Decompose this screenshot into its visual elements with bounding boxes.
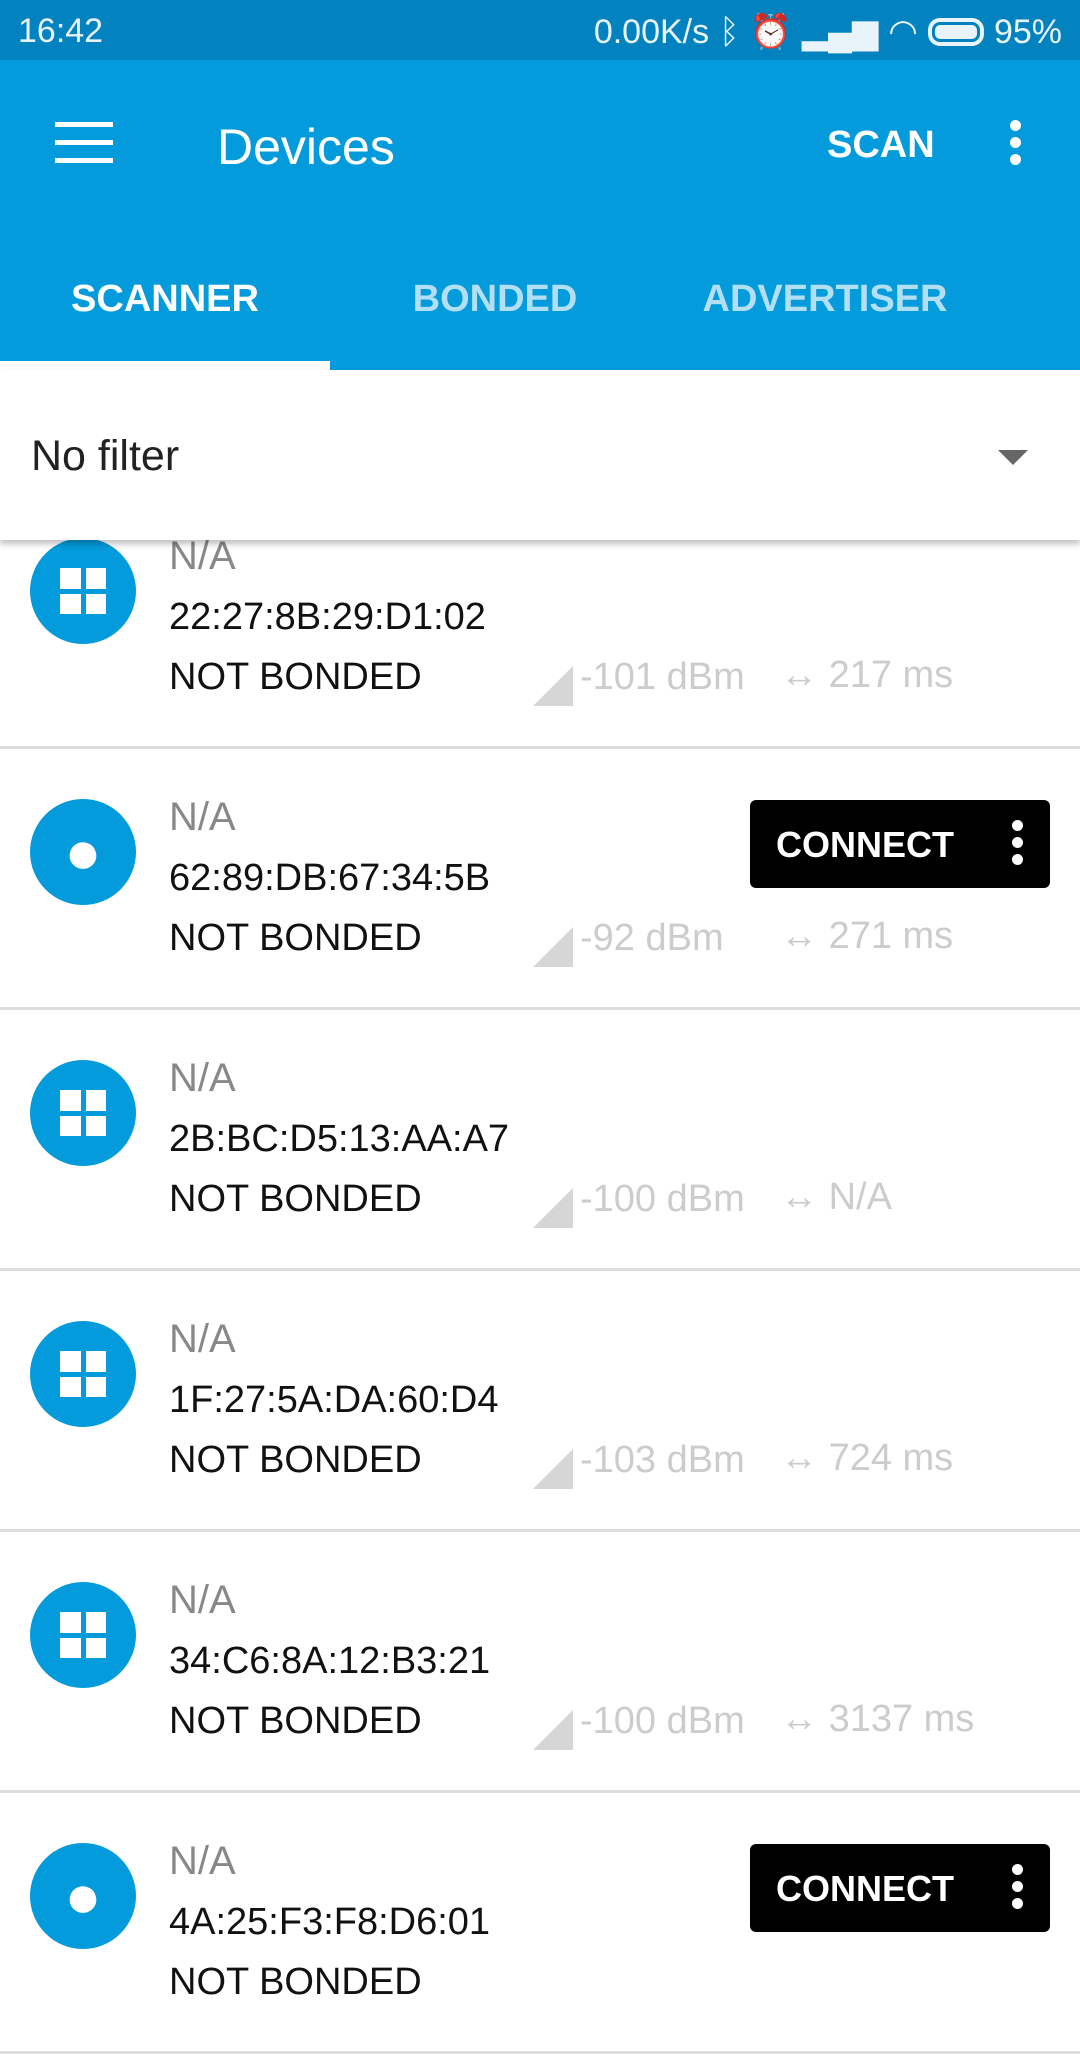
rssi-value: -103 dBm — [580, 1439, 745, 1481]
device-avatar — [30, 538, 136, 644]
interval-arrows-icon: ↔ — [780, 1437, 818, 1479]
windows-icon — [60, 1090, 106, 1136]
device-name: N/A — [169, 1056, 236, 1100]
wifi-icon: ◠ — [888, 13, 918, 51]
bluetooth-icon: ᛒ — [719, 12, 740, 51]
interval-text: 724 ms — [828, 1437, 954, 1479]
tab-bonded[interactable]: BONDED — [330, 278, 660, 321]
connect-label: CONNECT — [776, 824, 954, 865]
windows-icon — [60, 1612, 106, 1658]
device-avatar: ● — [30, 799, 136, 905]
apple-icon: ● — [64, 1862, 102, 1931]
bond-state: NOT BONDED — [169, 1439, 422, 1481]
device-more-icon[interactable] — [1010, 1864, 1024, 1915]
interval-arrows-icon: ↔ — [780, 1176, 818, 1218]
signal-strength-icon — [533, 1449, 573, 1489]
interval-text: 3137 ms — [828, 1698, 975, 1740]
interval-arrows-icon: ↔ — [780, 1698, 818, 1740]
interval-arrows-icon: ↔ — [780, 654, 818, 696]
page-title: Devices — [217, 119, 395, 175]
connect-button[interactable]: CONNECT — [750, 800, 1050, 888]
menu-icon[interactable] — [55, 122, 113, 163]
device-avatar — [30, 1582, 136, 1688]
device-list-item[interactable]: ● N/A 4A:25:F3:F8:D6:01 NOT BONDED CONNEC… — [0, 1793, 1080, 2054]
rssi-value: -92 dBm — [580, 917, 724, 959]
device-mac: 1F:27:5A:DA:60:D4 — [169, 1379, 499, 1421]
interval-value: ↔ 724 ms — [780, 1437, 953, 1480]
rssi-value: -100 dBm — [580, 1178, 745, 1220]
filter-dropdown[interactable]: No filter — [0, 370, 1080, 540]
device-avatar: ● — [30, 1843, 136, 1949]
rssi-value: -101 dBm — [580, 656, 745, 698]
device-name: N/A — [169, 534, 236, 578]
net-speed: 0.00K/s — [593, 12, 710, 51]
rssi-value: -100 dBm — [580, 1700, 745, 1742]
interval-value: ↔ 217 ms — [780, 654, 953, 697]
battery-level: 95% — [993, 12, 1062, 51]
status-bar: 16:42 0.00K/s ᛒ ⏰ ▂▄▆ ◠ 95% — [0, 0, 1080, 60]
bond-state: NOT BONDED — [169, 656, 422, 698]
more-options-icon[interactable] — [1000, 120, 1030, 170]
alarm-icon: ⏰ — [749, 13, 792, 51]
clock: 16:42 — [18, 12, 104, 50]
connect-button[interactable]: CONNECT — [750, 1844, 1050, 1932]
device-mac: 34:C6:8A:12:B3:21 — [169, 1640, 491, 1682]
device-more-icon[interactable] — [1010, 820, 1024, 871]
tab-advertiser[interactable]: ADVERTISER — [660, 278, 990, 321]
device-list-item[interactable]: ● N/A 62:89:DB:67:34:5B NOT BONDED -92 d… — [0, 749, 1080, 1010]
device-list-item[interactable]: N/A 34:C6:8A:12:B3:21 NOT BONDED -100 dB… — [0, 1532, 1080, 1793]
tab-scanner[interactable]: SCANNER — [0, 278, 330, 321]
filter-value: No filter — [31, 432, 180, 480]
device-list-item[interactable]: N/A 1F:27:5A:DA:60:D4 NOT BONDED -103 dB… — [0, 1271, 1080, 1532]
apple-icon: ● — [64, 818, 102, 887]
device-name: N/A — [169, 1578, 236, 1622]
device-name: N/A — [169, 1317, 236, 1361]
battery-icon — [927, 18, 984, 46]
device-avatar — [30, 1321, 136, 1427]
bond-state: NOT BONDED — [169, 1178, 422, 1220]
device-name: N/A — [169, 795, 236, 839]
device-mac: 4A:25:F3:F8:D6:01 — [169, 1901, 491, 1943]
interval-value: ↔ N/A — [780, 1176, 892, 1219]
device-mac: 2B:BC:D5:13:AA:A7 — [169, 1118, 510, 1160]
bond-state: NOT BONDED — [169, 1961, 422, 2003]
dropdown-arrow-icon — [998, 450, 1028, 465]
app-bar: Devices SCAN SCANNER BONDED ADVERTISER — [0, 60, 1080, 370]
interval-text: N/A — [828, 1176, 892, 1218]
connect-label: CONNECT — [776, 1868, 954, 1909]
interval-text: 271 ms — [828, 915, 954, 957]
interval-text: 217 ms — [828, 654, 954, 696]
scan-button[interactable]: SCAN — [827, 124, 935, 167]
signal-strength-icon — [533, 927, 573, 967]
signal-icon: ▂▄▆ — [801, 13, 879, 51]
windows-icon — [60, 1351, 106, 1397]
tab-indicator — [0, 361, 330, 370]
device-list-item[interactable]: N/A 2B:BC:D5:13:AA:A7 NOT BONDED -100 dB… — [0, 1010, 1080, 1271]
device-mac: 62:89:DB:67:34:5B — [169, 857, 491, 899]
interval-arrows-icon: ↔ — [780, 915, 818, 957]
signal-strength-icon — [533, 1188, 573, 1228]
bond-state: NOT BONDED — [169, 917, 422, 959]
signal-strength-icon — [533, 1710, 573, 1750]
device-name: N/A — [169, 1839, 236, 1883]
interval-value: ↔ 271 ms — [780, 915, 953, 958]
bond-state: NOT BONDED — [169, 1700, 422, 1742]
windows-icon — [60, 568, 106, 614]
device-mac: 22:27:8B:29:D1:02 — [169, 596, 486, 638]
interval-value: ↔ 3137 ms — [780, 1698, 974, 1741]
signal-strength-icon — [533, 666, 573, 706]
device-avatar — [30, 1060, 136, 1166]
